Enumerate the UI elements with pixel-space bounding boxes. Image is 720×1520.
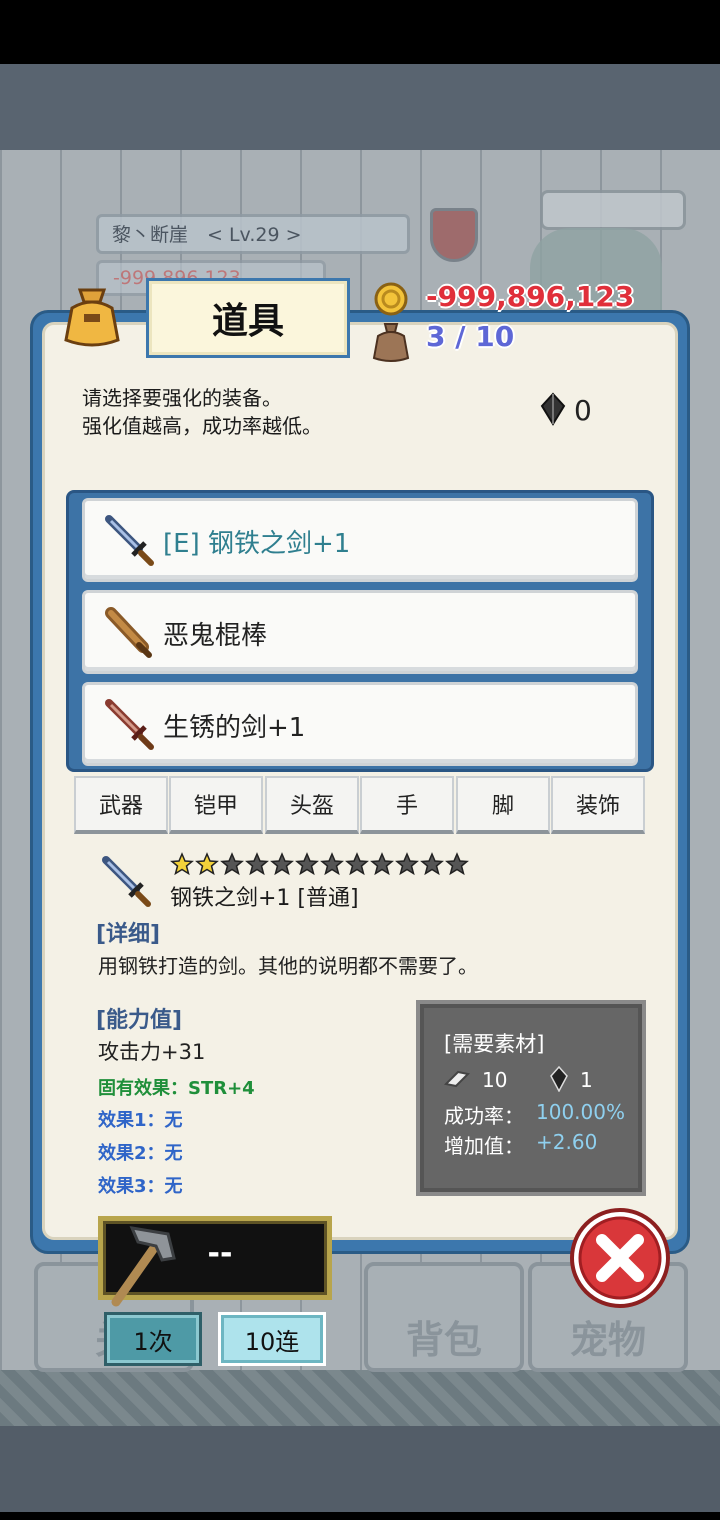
system-nav-bar <box>0 1426 720 1520</box>
iron-bar-count: 10 <box>482 1068 508 1092</box>
star-empty-icon <box>270 852 294 876</box>
instructions: 请选择要强化的装备。 强化值越高，成功率越低。 <box>82 386 322 438</box>
iron-bar-icon <box>444 1070 470 1088</box>
tab-weapon[interactable]: 武器 <box>74 776 168 834</box>
bg-badge <box>540 190 686 230</box>
list-item-steel-sword[interactable]: [E] 钢铁之剑+1 <box>82 498 638 582</box>
background-top <box>0 64 720 150</box>
effect-1: 效果1：无 <box>98 1110 183 1131</box>
attack-stat: 攻击力+31 <box>98 1040 206 1064</box>
star-filled-icon <box>195 852 219 876</box>
list-item-club[interactable]: 恶鬼棍棒 <box>82 590 638 674</box>
enhance-value: -- <box>207 1236 233 1271</box>
material-gem-icon <box>550 1066 568 1092</box>
star-empty-icon <box>320 852 344 876</box>
gold-amount: -999,896,123 <box>426 280 635 313</box>
success-rate-label: 成功率： <box>444 1104 524 1128</box>
rusty-sword-icon <box>105 699 154 750</box>
increase-value: +2.60 <box>536 1130 598 1154</box>
item-label: [E] 钢铁之剑+1 <box>163 529 351 559</box>
tab-accessory[interactable]: 装饰 <box>551 776 645 834</box>
detail-section-label: [详细] <box>96 922 161 947</box>
enhance-ten-button[interactable]: 10连 <box>218 1312 326 1366</box>
item-description: 用钢铁打造的剑。其他的说明都不需要了。 <box>98 954 478 978</box>
coin-icon <box>374 282 408 316</box>
bag-icon <box>64 288 120 347</box>
star-empty-icon <box>220 852 244 876</box>
title-tab: 道具 <box>146 278 350 358</box>
star-empty-icon <box>245 852 269 876</box>
star-empty-icon <box>345 852 369 876</box>
success-rate-value: 100.00% <box>536 1100 625 1124</box>
bg-tab-bag: 背包 <box>364 1262 524 1372</box>
increase-label: 增加值： <box>444 1134 524 1158</box>
tab-helmet[interactable]: 头盔 <box>265 776 359 834</box>
tab-armor[interactable]: 铠甲 <box>169 776 263 834</box>
close-button[interactable] <box>568 1206 672 1310</box>
rarity-stars <box>170 852 469 876</box>
gem-count: 0 <box>574 394 592 427</box>
tab-hand[interactable]: 手 <box>360 776 454 834</box>
bg-floor <box>0 1370 720 1426</box>
tab-foot[interactable]: 脚 <box>456 776 550 834</box>
selected-item-icon <box>102 856 151 907</box>
star-empty-icon <box>370 852 394 876</box>
item-label: 恶鬼棍棒 <box>163 621 268 651</box>
fixed-effect: 固有效果：STR+4 <box>98 1078 255 1099</box>
star-empty-icon <box>445 852 469 876</box>
sack-icon <box>372 323 410 362</box>
hammer-icon <box>111 1226 176 1307</box>
effect-2: 效果2：无 <box>98 1143 183 1164</box>
steel-sword-icon <box>105 515 154 566</box>
star-empty-icon <box>420 852 444 876</box>
selected-item-name: 钢铁之剑+1 [普通] <box>170 886 359 911</box>
effect-3: 效果3：无 <box>98 1176 183 1197</box>
item-label: 生锈的剑+1 <box>163 713 306 743</box>
materials-title: [需要素材] <box>444 1032 545 1056</box>
status-bar <box>0 0 720 64</box>
club-icon <box>105 607 152 658</box>
enhance-once-button[interactable]: 1次 <box>104 1312 202 1366</box>
list-item-rusty-sword[interactable]: 生锈的剑+1 <box>82 682 638 766</box>
material-gem-count: 1 <box>580 1068 593 1092</box>
bg-shield-icon <box>430 208 478 262</box>
star-filled-icon <box>170 852 194 876</box>
bg-player-name: 黎丶断崖 < Lv.29 > <box>112 224 302 246</box>
star-empty-icon <box>395 852 419 876</box>
star-empty-icon <box>295 852 319 876</box>
gem-icon <box>540 392 566 426</box>
stats-section-label: [能力值] <box>96 1008 183 1033</box>
bag-capacity: 3 / 10 <box>426 320 515 353</box>
